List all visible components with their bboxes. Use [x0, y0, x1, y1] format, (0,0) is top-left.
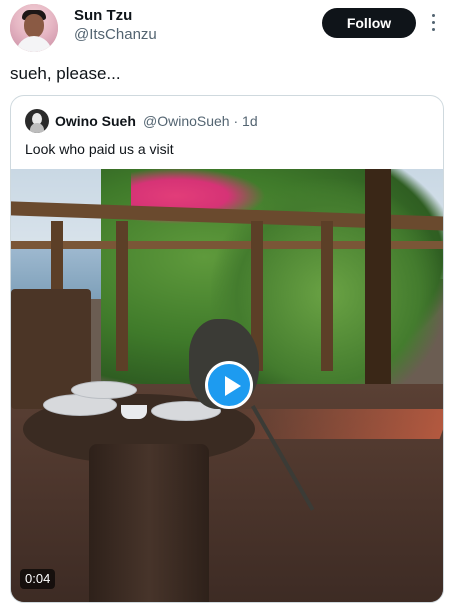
play-icon[interactable]	[205, 361, 253, 409]
quoted-author-handle: @OwinoSueh	[143, 113, 230, 129]
author-name[interactable]: Sun Tzu	[74, 7, 132, 24]
tweet-header: Sun Tzu @ItsChanzu Follow	[0, 0, 450, 56]
video-scene-post	[321, 221, 333, 371]
quoted-tweet-text: Look who paid us a visit	[25, 141, 174, 157]
quoted-author-handle-and-time: @OwinoSueh · 1d	[143, 113, 258, 129]
video-player[interactable]: 0:04	[11, 169, 443, 602]
follow-button[interactable]: Follow	[322, 8, 416, 38]
video-scene-table-base	[89, 444, 209, 602]
video-scene-pillar	[365, 169, 391, 404]
quoted-timestamp: · 1d	[233, 113, 258, 129]
avatar[interactable]	[10, 4, 58, 52]
video-duration: 0:04	[20, 569, 56, 589]
more-options-icon[interactable]	[426, 10, 440, 34]
video-scene-plate	[71, 381, 137, 399]
quoted-author-name: Owino Sueh	[55, 113, 136, 129]
quoted-avatar[interactable]	[25, 109, 49, 133]
quoted-tweet[interactable]: Owino Sueh @OwinoSueh · 1d Look who paid…	[10, 95, 444, 603]
tweet-text: sueh, please...	[10, 64, 121, 83]
author-handle[interactable]: @ItsChanzu	[74, 26, 157, 43]
video-scene-cup	[121, 405, 147, 419]
video-scene-post	[116, 221, 128, 371]
